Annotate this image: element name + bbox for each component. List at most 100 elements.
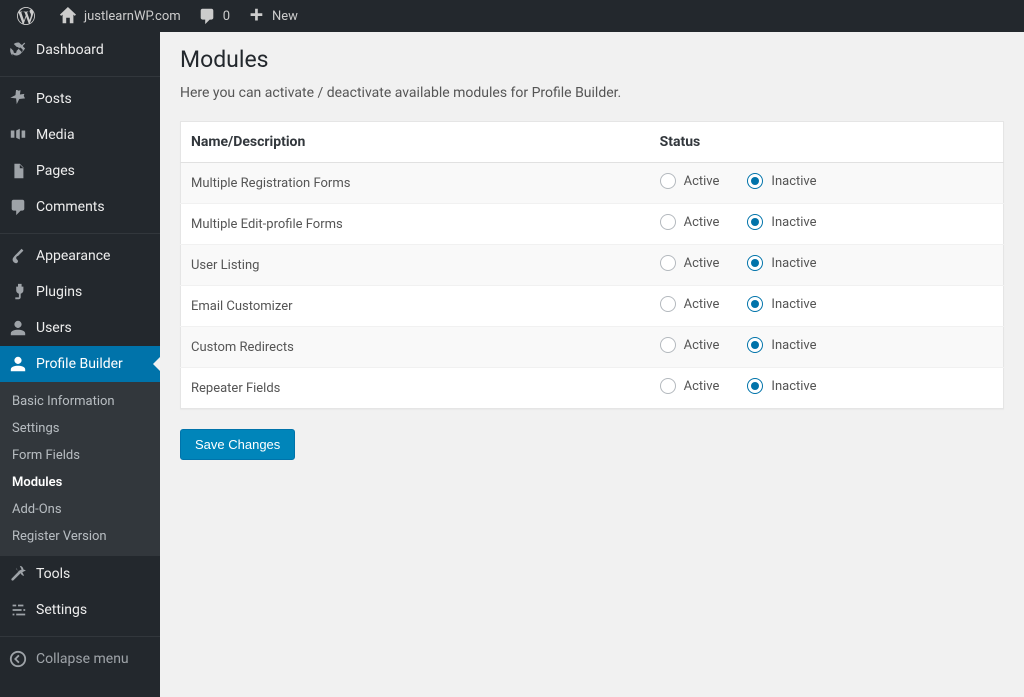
module-status: Active Inactive — [650, 245, 1004, 286]
status-active-group[interactable]: Active — [660, 255, 720, 271]
sidebar-item-label: Users — [36, 320, 72, 336]
module-status: Active Inactive — [650, 286, 1004, 327]
plus-icon — [246, 6, 266, 26]
submenu-item-form-fields[interactable]: Form Fields — [0, 442, 160, 469]
table-row: Custom Redirects Active Inactive — [181, 327, 1004, 368]
sidebar-item-profile-builder[interactable]: Profile Builder — [0, 346, 160, 382]
sidebar-item-posts[interactable]: Posts — [0, 81, 160, 117]
wordpress-logo[interactable] — [8, 0, 50, 32]
module-name: Custom Redirects — [181, 327, 650, 368]
status-inactive-radio[interactable] — [747, 255, 763, 271]
wrench-icon — [8, 564, 28, 584]
menu-separator — [0, 632, 160, 637]
status-active-label: Active — [684, 256, 720, 271]
sidebar-item-label: Posts — [36, 91, 72, 107]
status-active-radio[interactable] — [660, 337, 676, 353]
module-name: Multiple Registration Forms — [181, 163, 650, 204]
table-row: Multiple Edit-profile Forms Active Inactiv… — [181, 204, 1004, 245]
sidebar-item-label: Media — [36, 127, 75, 143]
status-inactive-radio[interactable] — [747, 337, 763, 353]
sidebar-item-users[interactable]: Users — [0, 310, 160, 346]
status-inactive-group[interactable]: Inactive — [747, 255, 816, 271]
status-inactive-radio[interactable] — [747, 378, 763, 394]
table-row: Repeater Fields Active Inactive — [181, 368, 1004, 409]
status-active-label: Active — [684, 379, 720, 394]
modules-table: Name/Description Status Multiple Registr… — [180, 121, 1004, 409]
status-inactive-group[interactable]: Inactive — [747, 173, 816, 189]
table-row: User Listing Active Inactive — [181, 245, 1004, 286]
sidebar-item-label: Dashboard — [36, 42, 104, 58]
submenu-item-addons[interactable]: Add-Ons — [0, 496, 160, 523]
status-active-radio[interactable] — [660, 378, 676, 394]
status-inactive-radio[interactable] — [747, 214, 763, 230]
sidebar-item-comments[interactable]: Comments — [0, 189, 160, 225]
wordpress-icon — [16, 6, 36, 26]
page-description: Here you can activate / deactivate avail… — [180, 85, 1004, 101]
status-active-radio[interactable] — [660, 173, 676, 189]
new-link[interactable]: New — [238, 0, 306, 32]
status-inactive-group[interactable]: Inactive — [747, 214, 816, 230]
module-status: Active Inactive — [650, 163, 1004, 204]
comment-icon — [8, 197, 28, 217]
admin-toolbar: justlearnWP.com 0 New — [0, 0, 1024, 32]
status-active-radio[interactable] — [660, 296, 676, 312]
status-inactive-radio[interactable] — [747, 173, 763, 189]
site-name: justlearnWP.com — [84, 9, 181, 24]
module-name: User Listing — [181, 245, 650, 286]
sidebar-item-plugins[interactable]: Plugins — [0, 274, 160, 310]
sidebar-item-pages[interactable]: Pages — [0, 153, 160, 189]
status-active-group[interactable]: Active — [660, 337, 720, 353]
sidebar-item-label: Appearance — [36, 248, 110, 264]
sidebar-item-tools[interactable]: Tools — [0, 556, 160, 592]
site-link[interactable]: justlearnWP.com — [50, 0, 189, 32]
status-active-label: Active — [684, 174, 720, 189]
sidebar-item-label: Plugins — [36, 284, 82, 300]
save-button[interactable]: Save Changes — [180, 429, 295, 460]
module-name: Multiple Edit-profile Forms — [181, 204, 650, 245]
new-label: New — [272, 9, 298, 24]
status-inactive-group[interactable]: Inactive — [747, 378, 816, 394]
sidebar-item-label: Pages — [36, 163, 75, 179]
status-inactive-label: Inactive — [771, 256, 816, 271]
brush-icon — [8, 246, 28, 266]
module-name: Repeater Fields — [181, 368, 650, 409]
sidebar-item-appearance[interactable]: Appearance — [0, 238, 160, 274]
table-col-status: Status — [650, 122, 1004, 163]
media-icon — [8, 125, 28, 145]
submenu-item-settings[interactable]: Settings — [0, 415, 160, 442]
status-active-group[interactable]: Active — [660, 214, 720, 230]
status-active-group[interactable]: Active — [660, 378, 720, 394]
module-status: Active Inactive — [650, 204, 1004, 245]
status-active-radio[interactable] — [660, 214, 676, 230]
status-active-group[interactable]: Active — [660, 296, 720, 312]
module-name: Email Customizer — [181, 286, 650, 327]
status-inactive-group[interactable]: Inactive — [747, 337, 816, 353]
menu-separator — [0, 72, 160, 77]
table-row: Email Customizer Active Inactive — [181, 286, 1004, 327]
plugin-icon — [8, 282, 28, 302]
page-icon — [8, 161, 28, 181]
status-inactive-group[interactable]: Inactive — [747, 296, 816, 312]
dashboard-icon — [8, 40, 28, 60]
status-active-radio[interactable] — [660, 255, 676, 271]
table-row: Multiple Registration Forms Active Inactiv… — [181, 163, 1004, 204]
status-inactive-label: Inactive — [771, 338, 816, 353]
submenu-item-modules[interactable]: Modules — [0, 469, 160, 496]
sidebar-item-media[interactable]: Media — [0, 117, 160, 153]
submenu-item-register-version[interactable]: Register Version — [0, 523, 160, 550]
sidebar-collapse[interactable]: Collapse menu — [0, 641, 160, 677]
pin-icon — [8, 89, 28, 109]
comments-link[interactable]: 0 — [189, 0, 238, 32]
home-icon — [58, 6, 78, 26]
table-col-name: Name/Description — [181, 122, 650, 163]
status-inactive-label: Inactive — [771, 379, 816, 394]
submenu-item-basic-info[interactable]: Basic Information — [0, 388, 160, 415]
sidebar-item-label: Profile Builder — [36, 356, 123, 372]
sidebar-item-dashboard[interactable]: Dashboard — [0, 32, 160, 68]
comment-icon — [197, 6, 217, 26]
status-inactive-radio[interactable] — [747, 296, 763, 312]
sidebar-item-settings[interactable]: Settings — [0, 592, 160, 628]
user-icon — [8, 318, 28, 338]
status-active-group[interactable]: Active — [660, 173, 720, 189]
profile-icon — [8, 354, 28, 374]
